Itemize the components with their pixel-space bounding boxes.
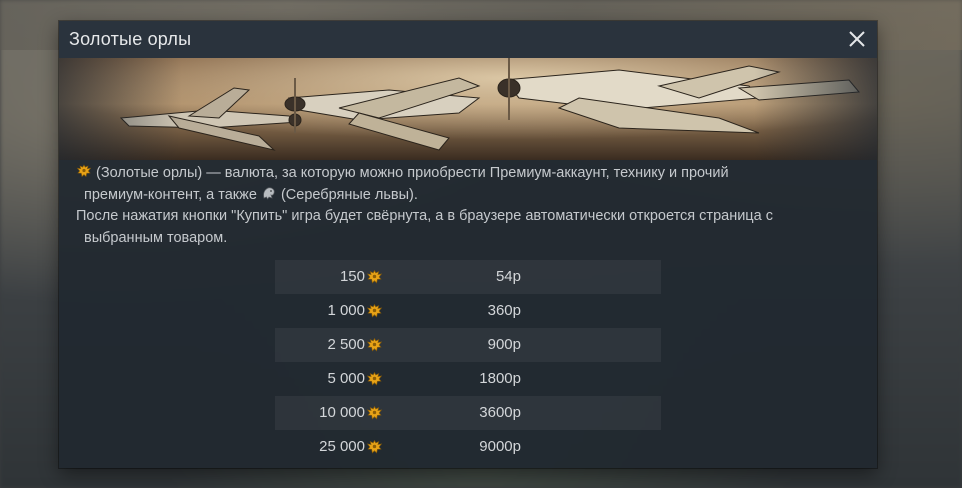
eagles-amount: 5 000 [327, 370, 365, 387]
description-text-1: (Золотые орлы) — валюта, за которую можн… [96, 165, 729, 181]
gold-eagle-icon [366, 269, 383, 284]
eagles-amount: 1 000 [327, 302, 365, 319]
price-label: 360р [487, 302, 521, 319]
price-table: 150 54р 1 000 360р 2 500 900р 5 000 1800… [275, 260, 661, 464]
gold-eagle-icon [366, 303, 383, 318]
gold-eagle-icon [366, 439, 383, 454]
silver-lion-icon [263, 186, 275, 200]
price-label: 54р [495, 268, 521, 285]
description-line-3: После нажатия кнопки "Купить" игра будет… [76, 206, 836, 228]
description-line-4: выбранным товаром. [76, 228, 836, 250]
eagles-amount: 25 000 [319, 438, 365, 455]
price-row[interactable]: 25 000 9000р [275, 430, 661, 464]
price-row[interactable]: 2 500 900р [275, 328, 661, 362]
description-line-1: (Золотые орлы) — валюта, за которую можн… [76, 163, 836, 185]
gold-eagle-icon [366, 405, 383, 420]
dialog-titlebar: Золотые орлы [59, 21, 877, 58]
close-button[interactable] [843, 25, 871, 53]
description-text-4: выбранным товаром. [84, 229, 228, 246]
price-label: 900р [487, 336, 521, 353]
eagles-amount: 2 500 [327, 336, 365, 353]
gold-eagle-icon [76, 164, 92, 178]
eagles-amount: 150 [339, 268, 365, 285]
close-icon [849, 31, 865, 47]
price-row[interactable]: 1 000 360р [275, 294, 661, 328]
price-row[interactable]: 5 000 1800р [275, 362, 661, 396]
gold-eagle-icon [366, 337, 383, 352]
description-text-2b: (Серебряные львы). [280, 186, 418, 203]
eagles-amount: 10 000 [319, 404, 365, 421]
price-row[interactable]: 10 000 3600р [275, 396, 661, 430]
price-label: 9000р [479, 438, 521, 455]
gold-eagle-icon [366, 371, 383, 386]
description: (Золотые орлы) — валюта, за которую можн… [76, 163, 836, 249]
description-text-3: После нажатия кнопки "Купить" игра будет… [76, 208, 773, 224]
aircraft-banner-image [59, 58, 877, 160]
description-text-2a: премиум-контент, а также [84, 186, 257, 203]
price-label: 3600р [479, 404, 521, 421]
golden-eagles-dialog: Золотые орлы (Золотые орлы) — валюта, за… [59, 21, 877, 468]
price-label: 1800р [479, 370, 521, 387]
dialog-title: Золотые орлы [69, 29, 192, 49]
price-row[interactable]: 150 54р [275, 260, 661, 294]
description-line-2: премиум-контент, а также (Серебряные льв… [76, 185, 836, 207]
